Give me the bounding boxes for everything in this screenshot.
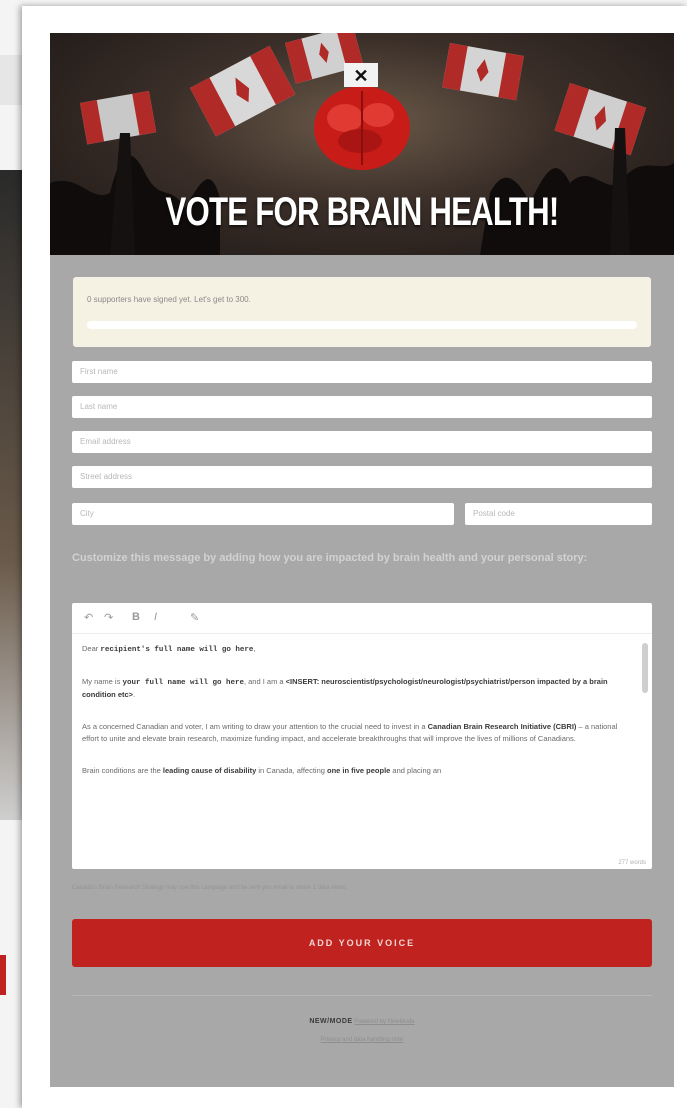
word-count: 277 words bbox=[618, 860, 646, 866]
customize-message-label: Customize this message by adding how you… bbox=[72, 552, 588, 564]
message-editor[interactable]: ↶ ↷ B I ✎ Dear recipient's full name wil… bbox=[72, 603, 652, 869]
background-red-element bbox=[0, 955, 6, 995]
progress-bar bbox=[87, 321, 637, 329]
footer-divider bbox=[72, 995, 652, 996]
street-address-field[interactable]: Street address bbox=[72, 466, 652, 488]
canadian-flag-icon bbox=[80, 90, 157, 145]
bold-icon[interactable]: B bbox=[132, 611, 140, 623]
svg-text:✕: ✕ bbox=[353, 66, 368, 86]
consent-note: Canada's Brain Research Strategy may use… bbox=[72, 885, 347, 891]
hero-title: VOTE FOR BRAIN HEALTH! bbox=[165, 190, 559, 234]
postal-code-field[interactable]: Postal code bbox=[465, 503, 652, 525]
progress-box: 0 supporters have signed yet. Let's get … bbox=[73, 277, 651, 347]
canadian-flag-icon bbox=[190, 45, 296, 137]
progress-text: 0 supporters have signed yet. Let's get … bbox=[87, 295, 251, 304]
italic-icon[interactable]: I bbox=[154, 611, 157, 623]
message-paragraph: My name is your full name will go here, … bbox=[82, 677, 608, 699]
redo-icon[interactable]: ↷ bbox=[104, 611, 113, 624]
editor-toolbar: ↶ ↷ B I ✎ bbox=[72, 603, 652, 634]
canadian-flag-icon bbox=[554, 83, 647, 156]
first-name-field[interactable]: First name bbox=[72, 361, 652, 383]
recipient-token: recipient's full name will go here bbox=[100, 646, 254, 654]
add-your-voice-button[interactable]: ADD YOUR VOICE bbox=[72, 919, 652, 967]
hero-banner: ✕ VOTE FOR BRAIN HEALTH! bbox=[50, 33, 674, 255]
x-flag-icon: ✕ bbox=[344, 63, 378, 87]
powered-by-link[interactable]: Powered by NewMode bbox=[354, 1019, 414, 1025]
message-paragraph: As a concerned Canadian and voter, I am … bbox=[82, 722, 618, 743]
editor-scrollbar[interactable] bbox=[642, 643, 648, 693]
email-field[interactable]: Email address bbox=[72, 431, 652, 453]
brain-icon bbox=[314, 86, 410, 170]
message-paragraph: Brain conditions are the leading cause o… bbox=[82, 766, 442, 775]
undo-icon[interactable]: ↶ bbox=[84, 611, 93, 624]
city-field[interactable]: City bbox=[72, 503, 454, 525]
footer-branding: NEW/MODE Powered by NewMode bbox=[50, 1018, 674, 1025]
message-paragraph: Dear recipient's full name will go here, bbox=[82, 644, 256, 654]
newmode-logo: NEW/MODE bbox=[309, 1018, 353, 1025]
last-name-field[interactable]: Last name bbox=[72, 396, 652, 418]
pen-icon[interactable]: ✎ bbox=[190, 611, 199, 624]
name-token: your full name will go here bbox=[122, 679, 244, 687]
canadian-flag-icon bbox=[442, 43, 524, 101]
message-body[interactable]: Dear recipient's full name will go here,… bbox=[82, 643, 627, 853]
privacy-link[interactable]: Privacy and data handling note bbox=[50, 1037, 674, 1043]
signup-form-panel: 0 supporters have signed yet. Let's get … bbox=[50, 255, 674, 1087]
